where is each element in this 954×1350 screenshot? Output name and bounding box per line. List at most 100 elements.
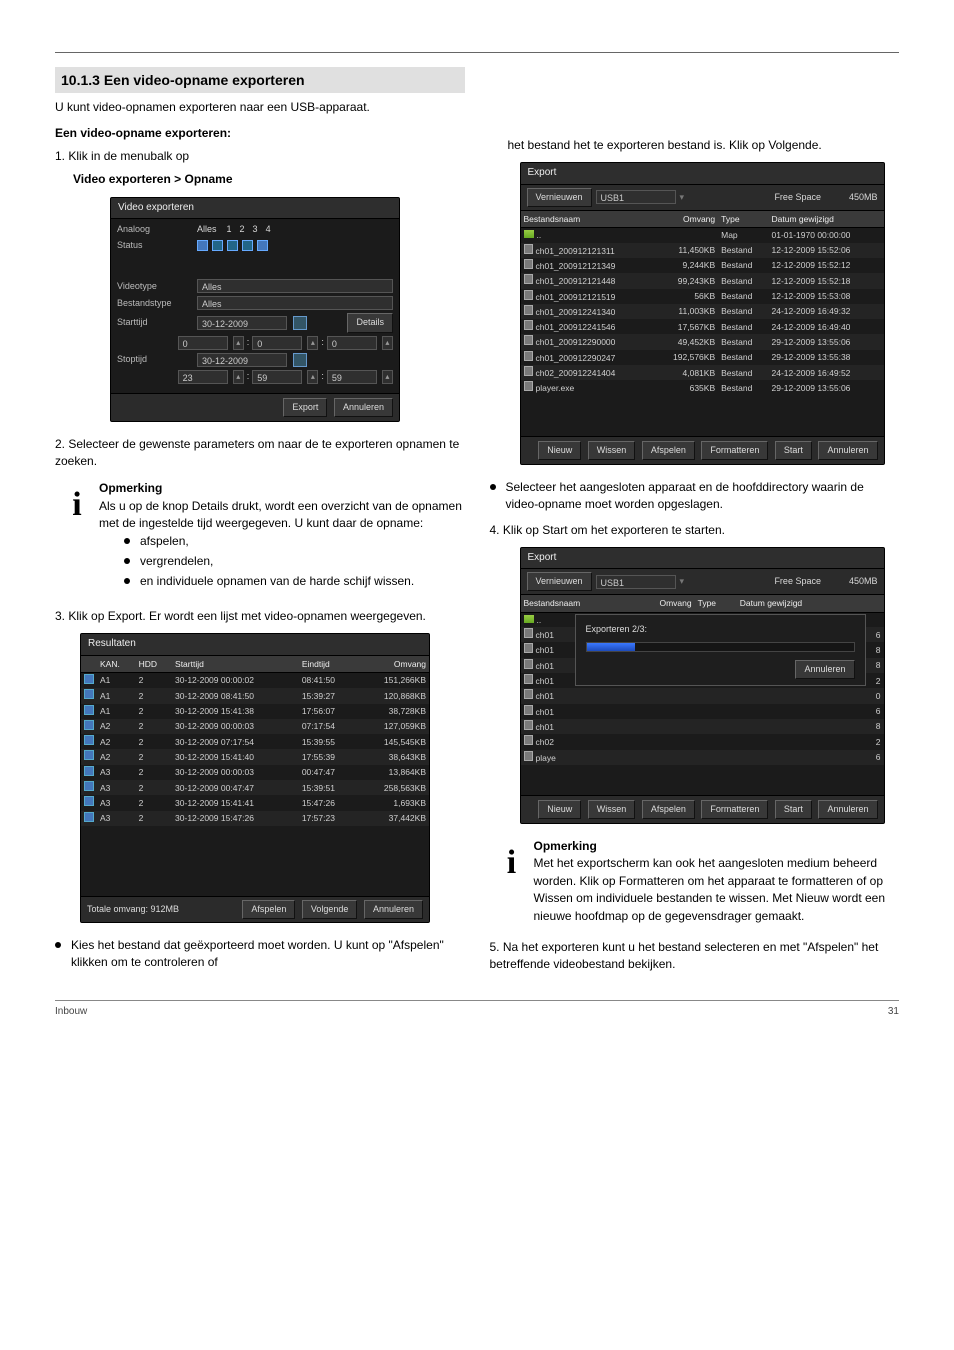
start-h[interactable]: 0: [178, 336, 228, 350]
row-checkbox[interactable]: [84, 796, 94, 806]
spin-icon[interactable]: ▴: [382, 370, 393, 384]
progress-cancel-button[interactable]: Annuleren: [795, 660, 854, 679]
videotype-select[interactable]: Alles: [197, 279, 393, 293]
status-cb-5[interactable]: [257, 240, 268, 251]
row-checkbox[interactable]: [84, 689, 94, 699]
row-checkbox[interactable]: [84, 766, 94, 776]
table-row[interactable]: ch01_2009121213499,244KBBestand12-12-200…: [521, 258, 884, 273]
progress-modal: Exporteren 2/3: Annuleren: [575, 614, 866, 686]
stop-m[interactable]: 59: [252, 370, 302, 384]
table-row: playe6: [521, 750, 884, 765]
row-checkbox[interactable]: [84, 781, 94, 791]
start-button[interactable]: Start: [775, 800, 812, 819]
stop-date[interactable]: 30-12-2009: [197, 353, 287, 367]
opt-1: 1: [227, 223, 232, 236]
export-button[interactable]: Export: [283, 398, 327, 417]
col-type: Type: [718, 211, 768, 228]
col-omvang: Omvang: [629, 595, 695, 612]
wissen-button[interactable]: Wissen: [588, 441, 636, 460]
step3: 3. Klik op Export. Er wordt een lijst me…: [55, 608, 465, 625]
annuleren-button[interactable]: Annuleren: [334, 398, 393, 417]
table-row[interactable]: A3230-12-2009 00:47:4715:39:51258,563KB: [81, 780, 429, 795]
status-cb-2[interactable]: [212, 240, 223, 251]
table-row[interactable]: ch02_2009122414044,081KBBestand24-12-200…: [521, 365, 884, 380]
col-eind: Eindtijd: [299, 656, 357, 673]
spin-icon[interactable]: ▴: [233, 336, 244, 350]
wissen-button[interactable]: Wissen: [588, 800, 636, 819]
start-button[interactable]: Start: [775, 441, 812, 460]
step-play-text: Kies het bestand dat geëxporteerd moet w…: [71, 937, 465, 972]
spin-icon[interactable]: ▴: [382, 336, 393, 350]
opt-3: 3: [253, 223, 258, 236]
table-row[interactable]: ch01_20091229000049,452KBBestand29-12-20…: [521, 334, 884, 349]
annuleren-button[interactable]: Annuleren: [818, 441, 877, 460]
spin-icon[interactable]: ▴: [233, 370, 244, 384]
table-row[interactable]: ch01_20091224154617,567KBBestand24-12-20…: [521, 319, 884, 334]
table-row[interactable]: A3230-12-2009 00:00:0300:47:4713,864KB: [81, 765, 429, 780]
right-column: het bestand het te exporteren bestand is…: [490, 67, 900, 980]
nieuw-button[interactable]: Nieuw: [538, 441, 581, 460]
formatteren-button[interactable]: Formatteren: [701, 441, 768, 460]
table-row[interactable]: A2230-12-2009 07:17:5415:39:55145,545KB: [81, 734, 429, 749]
section-heading: 10.1.3 Een video-opname exporteren: [55, 67, 465, 93]
refresh-button[interactable]: Vernieuwen: [527, 572, 592, 591]
afspelen-button[interactable]: Afspelen: [242, 900, 295, 919]
calendar-icon[interactable]: [293, 353, 307, 367]
formatteren-button[interactable]: Formatteren: [701, 800, 768, 819]
status-cb-4[interactable]: [242, 240, 253, 251]
afspelen-button[interactable]: Afspelen: [642, 800, 695, 819]
stop-s[interactable]: 59: [327, 370, 377, 384]
table-row[interactable]: A3230-12-2009 15:47:2617:57:2337,442KB: [81, 811, 429, 826]
spin-icon[interactable]: ▴: [307, 336, 318, 350]
start-s[interactable]: 0: [327, 336, 377, 350]
device-select[interactable]: USB1: [596, 190, 676, 204]
start-date[interactable]: 30-12-2009: [197, 316, 287, 330]
export-dialog: Export Vernieuwen USB1 ▾ Free Space 450M…: [520, 162, 885, 464]
table-row[interactable]: A3230-12-2009 15:41:4115:47:261,693KB: [81, 795, 429, 810]
annuleren-button[interactable]: Annuleren: [364, 900, 423, 919]
row-checkbox[interactable]: [84, 750, 94, 760]
volgende-button[interactable]: Volgende: [302, 900, 358, 919]
nieuw-button[interactable]: Nieuw: [538, 800, 581, 819]
file-icon: [524, 290, 533, 300]
spin-icon[interactable]: ▴: [307, 370, 318, 384]
results-dialog: Resultaten KAN. HDD Starttijd Eindtijd O…: [80, 633, 430, 923]
table-row[interactable]: ch01_200912290247192,576KBBestand29-12-2…: [521, 350, 884, 365]
table-row[interactable]: A1230-12-2009 08:41:5015:39:27120,868KB: [81, 688, 429, 703]
row-checkbox[interactable]: [84, 720, 94, 730]
file-icon: [524, 305, 533, 315]
table-row: ch022: [521, 734, 884, 749]
status-cb-3[interactable]: [227, 240, 238, 251]
row-checkbox[interactable]: [84, 705, 94, 715]
details-button[interactable]: Details: [347, 313, 393, 332]
calendar-icon[interactable]: [293, 316, 307, 330]
note-title: Opmerking: [534, 838, 900, 855]
status-cb-1[interactable]: [197, 240, 208, 251]
stop-h[interactable]: 23: [178, 370, 228, 384]
progress-status: Exporteren 2/3:: [586, 623, 855, 636]
export-title: Export: [521, 163, 884, 185]
refresh-button[interactable]: Vernieuwen: [527, 188, 592, 207]
table-row[interactable]: player.exe635KBBestand29-12-2009 13:55:0…: [521, 380, 884, 395]
col-name: Bestandsnaam: [521, 211, 654, 228]
table-row[interactable]: A1230-12-2009 15:41:3817:56:0738,728KB: [81, 704, 429, 719]
row-checkbox[interactable]: [84, 674, 94, 684]
annuleren-button[interactable]: Annuleren: [818, 800, 877, 819]
table-row[interactable]: A1230-12-2009 00:00:0208:41:50151,266KB: [81, 672, 429, 688]
table-row[interactable]: ch01_20091212144899,243KBBestand12-12-20…: [521, 273, 884, 288]
label-status: Status: [117, 239, 197, 252]
table-row[interactable]: ch01_20091224134011,003KBBestand24-12-20…: [521, 304, 884, 319]
table-row[interactable]: ch01_20091212151956KBBestand12-12-2009 1…: [521, 289, 884, 304]
table-row[interactable]: A2230-12-2009 00:00:0307:17:54127,059KB: [81, 719, 429, 734]
start-m[interactable]: 0: [252, 336, 302, 350]
table-row[interactable]: ch01_20091212131111,450KBBestand12-12-20…: [521, 243, 884, 258]
bestandstype-select[interactable]: Alles: [197, 296, 393, 310]
row-checkbox[interactable]: [84, 812, 94, 822]
row-checkbox[interactable]: [84, 735, 94, 745]
device-select[interactable]: USB1: [596, 575, 676, 589]
bullet-icon: [124, 578, 130, 584]
table-row[interactable]: ..Map01-01-1970 00:00:00: [521, 228, 884, 243]
right-intro: het bestand het te exporteren bestand is…: [508, 137, 900, 154]
afspelen-button[interactable]: Afspelen: [642, 441, 695, 460]
table-row[interactable]: A2230-12-2009 15:41:4017:55:3938,643KB: [81, 749, 429, 764]
